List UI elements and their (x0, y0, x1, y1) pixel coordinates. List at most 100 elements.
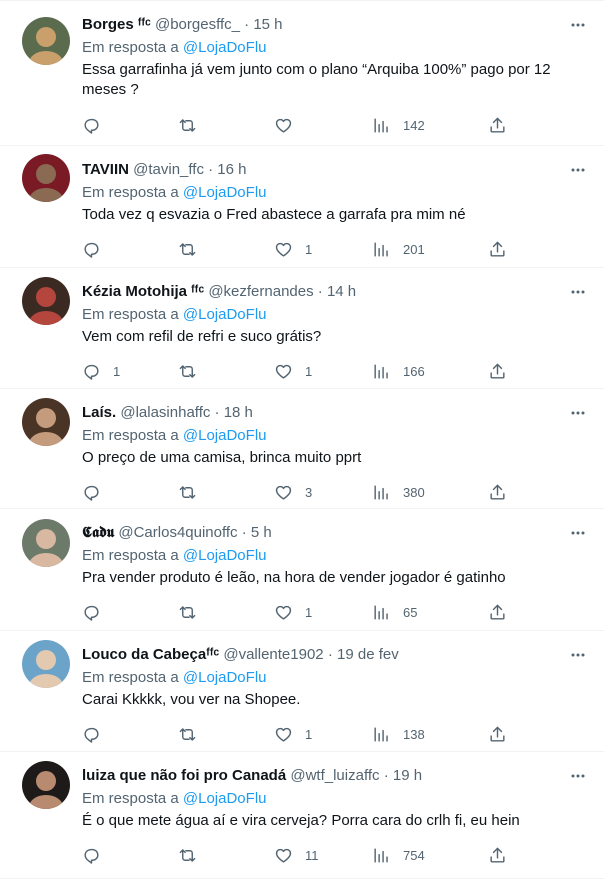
timestamp[interactable]: 19 h (393, 767, 422, 784)
timestamp[interactable]: 14 h (327, 283, 356, 300)
display-name[interactable]: TAVIIN (82, 161, 129, 178)
user-handle[interactable]: @lalasinhaffc (120, 404, 210, 421)
user-handle[interactable]: @kezfernandes (208, 283, 313, 300)
display-name[interactable]: Louco da Cabeçaᶠᶠᶜ (82, 646, 219, 663)
share-button[interactable] (488, 722, 507, 746)
more-dots-icon[interactable] (566, 643, 590, 667)
reply-mention-link[interactable]: @LojaDoFlu (183, 306, 267, 323)
tweet[interactable]: 𝕮𝖆𝖉𝖚 @Carlos4quinoffc · 5 h Em resposta … (0, 509, 604, 631)
user-handle[interactable]: @tavin_ffc (133, 161, 204, 178)
user-handle[interactable]: @vallente1902 (223, 646, 323, 663)
share-button[interactable] (488, 843, 507, 867)
tweet-header: Borges ᶠᶠᶜ @borgesffc_ · 15 h (82, 15, 283, 35)
reply-button[interactable] (82, 113, 113, 137)
share-icon (490, 484, 505, 500)
separator-dot: · (383, 767, 389, 784)
like-button[interactable]: 1 (274, 600, 312, 624)
like-button[interactable]: 1 (274, 237, 312, 261)
more-dots-icon[interactable] (566, 13, 590, 37)
like-button[interactable]: 1 (274, 722, 312, 746)
tweet-text: É o que mete água aí e vira cerveja? Por… (82, 812, 520, 829)
timestamp[interactable]: 5 h (251, 524, 272, 541)
views-button[interactable]: 201 (372, 237, 425, 261)
reply-button[interactable] (82, 722, 113, 746)
timestamp[interactable]: 15 h (253, 16, 282, 33)
views-button[interactable]: 166 (372, 359, 425, 383)
more-dots-icon[interactable] (566, 764, 590, 788)
user-handle[interactable]: @borgesffc_ (155, 16, 240, 33)
reply-mention-link[interactable]: @LojaDoFlu (183, 184, 267, 201)
tweet[interactable]: Kézia Motohija ᶠᶠᶜ @kezfernandes · 14 h … (0, 268, 604, 389)
avatar[interactable] (22, 154, 70, 202)
views-button[interactable]: 142 (372, 113, 425, 137)
retweet-button[interactable] (178, 480, 209, 504)
reply-mention-link[interactable]: @LojaDoFlu (183, 547, 267, 564)
more-dots-icon[interactable] (566, 158, 590, 182)
views-button[interactable]: 138 (372, 722, 425, 746)
share-button[interactable] (488, 113, 507, 137)
user-handle[interactable]: @Carlos4quinoffc (118, 524, 237, 541)
view-count: 65 (403, 604, 418, 620)
reply-mention-link[interactable]: @LojaDoFlu (183, 39, 267, 56)
timestamp[interactable]: 19 de fev (337, 646, 399, 663)
share-button[interactable] (488, 480, 507, 504)
more-dots-icon[interactable] (566, 521, 590, 545)
tweet[interactable]: Borges ᶠᶠᶜ @borgesffc_ · 15 h Em respost… (0, 0, 604, 146)
display-name[interactable]: Kézia Motohija ᶠᶠᶜ (82, 283, 204, 300)
timestamp[interactable]: 18 h (224, 404, 253, 421)
avatar[interactable] (22, 640, 70, 688)
avatar[interactable] (22, 398, 70, 446)
reply-button[interactable] (82, 600, 113, 624)
like-button[interactable]: 11 (274, 843, 319, 867)
retweet-button[interactable] (178, 113, 209, 137)
like-count: 11 (305, 847, 319, 863)
share-button[interactable] (488, 237, 507, 261)
views-button[interactable]: 380 (372, 480, 425, 504)
tweet[interactable]: TAVIIN @tavin_ffc · 16 h Em resposta a @… (0, 146, 604, 268)
reply-prefix: Em resposta a (82, 547, 179, 564)
like-button[interactable]: 1 (274, 359, 312, 383)
more-dots-icon[interactable] (566, 280, 590, 304)
reply-button[interactable] (82, 480, 113, 504)
reply-mention-link[interactable]: @LojaDoFlu (183, 790, 267, 807)
tweet[interactable]: luiza que não foi pro Canadá @wtf_luizaf… (0, 752, 604, 879)
reply-button[interactable] (82, 843, 113, 867)
reply-prefix: Em resposta a (82, 427, 179, 444)
retweet-button[interactable] (178, 722, 209, 746)
reply-button[interactable]: 1 (82, 359, 120, 383)
timestamp[interactable]: 16 h (217, 161, 246, 178)
tweet-actions: 1 65 (82, 600, 512, 624)
display-name[interactable]: luiza que não foi pro Canadá (82, 767, 286, 784)
reply-mention-link[interactable]: @LojaDoFlu (183, 669, 267, 686)
tweet[interactable]: Louco da Cabeçaᶠᶠᶜ @vallente1902 · 19 de… (0, 631, 604, 752)
views-button[interactable]: 65 (372, 600, 417, 624)
more-dots-icon[interactable] (566, 401, 590, 425)
views-bar-icon (374, 847, 388, 863)
like-button[interactable] (274, 113, 305, 137)
user-handle[interactable]: @wtf_luizaffc (290, 767, 379, 784)
tweet-text: Essa garrafinha já vem junto com o plano… (82, 61, 551, 98)
retweet-button[interactable] (178, 359, 209, 383)
display-name[interactable]: Borges ᶠᶠᶜ (82, 16, 151, 33)
views-button[interactable]: 754 (372, 843, 425, 867)
share-button[interactable] (488, 359, 507, 383)
display-name[interactable]: 𝕮𝖆𝖉𝖚 (82, 524, 114, 541)
retweet-button[interactable] (178, 843, 209, 867)
like-button[interactable]: 3 (274, 480, 312, 504)
retweet-button[interactable] (178, 600, 209, 624)
tweet-text: O preço de uma camisa, brinca muito pprt (82, 449, 362, 466)
reply-prefix: Em resposta a (82, 790, 179, 807)
avatar[interactable] (22, 519, 70, 567)
avatar[interactable] (22, 761, 70, 809)
display-name[interactable]: Laís. (82, 404, 116, 421)
retweet-button[interactable] (178, 237, 209, 261)
tweet[interactable]: Laís. @lalasinhaffc · 18 h Em resposta a… (0, 389, 604, 509)
views-bar-icon (374, 117, 388, 133)
like-count: 1 (305, 363, 313, 379)
tweet-actions: 11 754 (82, 843, 512, 867)
avatar[interactable] (22, 277, 70, 325)
avatar[interactable] (22, 17, 70, 65)
share-button[interactable] (488, 600, 507, 624)
reply-button[interactable] (82, 237, 113, 261)
reply-mention-link[interactable]: @LojaDoFlu (183, 427, 267, 444)
